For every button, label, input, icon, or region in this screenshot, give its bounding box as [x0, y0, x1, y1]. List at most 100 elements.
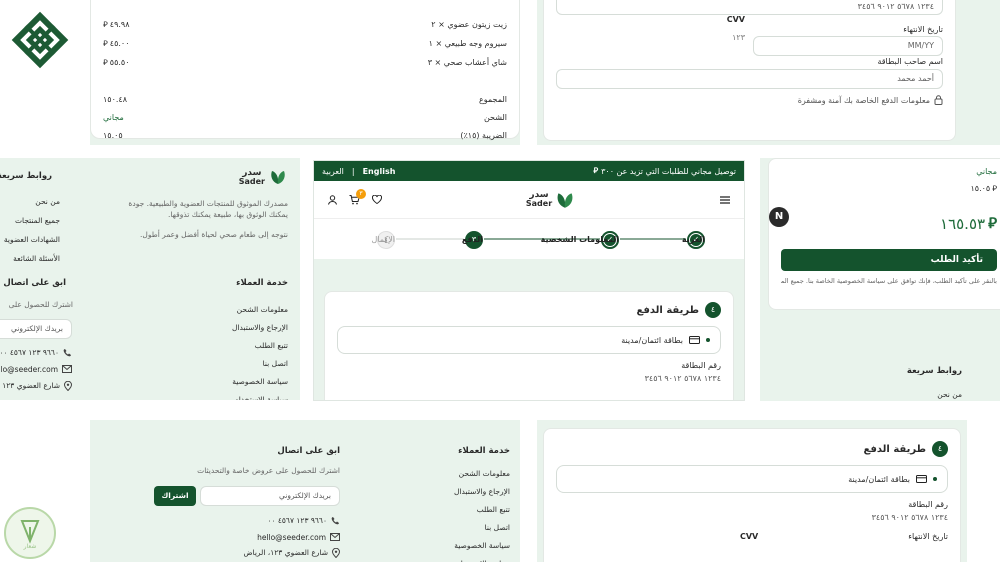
phone-icon	[63, 348, 72, 357]
contact-title: ابق على اتصال	[3, 278, 66, 288]
checkout-stepper: ✓ العربة ✓ المعلومات الشخصية ٣ الدفع ٤ الإكمال	[314, 219, 744, 259]
riyal-icon: ⃁	[593, 166, 599, 175]
cart-count-badge: ٣	[356, 188, 367, 199]
header-logo[interactable]: سدر Sader	[526, 190, 576, 210]
card-number-value[interactable]: ١٢٣٤ ٥٦٧٨ ٩٠١٢ ٣٤٥٦	[556, 513, 948, 522]
summary-total-label: المجموع	[479, 94, 507, 104]
riyal-icon: ⃁	[103, 57, 108, 67]
quick-links-title: روابط سريعة	[0, 171, 52, 181]
expiry-label: تاريخ الانتهاء	[903, 25, 943, 34]
holder-label: اسم صاحب البطاقة	[877, 57, 943, 66]
cvv-input[interactable]: ١٢٣	[705, 33, 745, 42]
email-input[interactable]: بريدك الإلكتروني	[0, 319, 72, 339]
menu-icon[interactable]	[720, 195, 730, 204]
location-icon	[332, 548, 340, 558]
service-link[interactable]: سياسة الخصوصية	[454, 537, 510, 555]
lang-ar-link[interactable]: العربية	[322, 167, 344, 176]
lang-en-link[interactable]: English	[363, 167, 396, 176]
summary-item-price: ٤٩.٩٨ ⃁	[103, 20, 130, 30]
right-link-about[interactable]: من نحن	[937, 390, 962, 399]
bottom-email-input[interactable]: بريدك الإلكتروني	[200, 486, 340, 506]
service-link[interactable]: سياسة الاستخدام	[454, 555, 510, 562]
service-link[interactable]: معلومات الشحن	[232, 301, 288, 319]
bottom-contact-subtitle: اشترك للحصول على عروض خاصة والتحديثات	[197, 466, 340, 475]
n-badge[interactable]: N	[769, 207, 789, 227]
riyal-icon: ⃁	[103, 19, 108, 29]
confirm-order-button[interactable]: تأكيد الطلب	[781, 249, 997, 271]
order-summary-panel: زيت زيتون عضوي × ٢ ٤٩.٩٨ ⃁ سيروم وجه طبيعي …	[90, 0, 520, 145]
quick-link[interactable]: الشهادات العضوية	[4, 230, 60, 249]
card-form-panel-top: ١٢٣٤ ٥٦٧٨ ٩٠١٢ ٣٤٥٦ تاريخ الانتهاء MM/YY…	[537, 0, 1000, 145]
service-link[interactable]: تتبع الطلب	[232, 337, 288, 355]
subscribe-button[interactable]: اشتراك	[154, 486, 196, 506]
summary-item-name: زيت زيتون عضوي × ٢	[431, 20, 507, 29]
customer-service-title: خدمة العملاء	[236, 278, 288, 288]
total-value: ⃁ ١٦٥.٥٣	[940, 214, 997, 233]
footer-panel-bottom: خدمة العملاء معلومات الشحن الإرجاع والاست…	[90, 420, 520, 562]
summary-item-row: سيروم وجه طبيعي × ١ ٤٥.٠٠ ⃁	[103, 34, 507, 53]
riyal-icon: ⃁	[103, 38, 108, 48]
payment-option-label: بطاقة ائتمان/مدينة	[621, 335, 683, 345]
stepper-step: ٤ الإكمال	[372, 231, 497, 249]
payment-option-label: بطاقة ائتمان/مدينة	[848, 474, 910, 484]
right-quick-links-title: روابط سريعة	[906, 366, 962, 376]
summary-total-label: الشحن	[483, 112, 507, 122]
payment-step-badge: ٤	[932, 441, 948, 457]
quick-link[interactable]: جميع المنتجات	[4, 211, 60, 230]
bottom-contact-address: شارع العضوي ١٢٣، الرياض	[243, 548, 340, 558]
card-number-value[interactable]: ١٢٣٤ ٥٦٧٨ ٩٠١٢ ٣٤٥٦	[337, 374, 721, 383]
summary-total-value: ١٥٠.٤٨	[103, 94, 128, 104]
summary-item-name: شاي أعشاب صحي × ٣	[427, 58, 507, 67]
riyal-icon: ⃁	[992, 184, 997, 193]
radio-selected-icon	[933, 477, 937, 481]
footer-logo: سدر Sader	[239, 168, 288, 186]
card-number-field[interactable]: ١٢٣٤ ٥٦٧٨ ٩٠١٢ ٣٤٥٦	[556, 0, 943, 15]
holder-input[interactable]: أحمد محمد	[556, 69, 943, 89]
phone-icon	[331, 516, 340, 525]
service-link[interactable]: اتصل بنا	[454, 519, 510, 537]
price-value: ٤٩.٩٨	[109, 19, 130, 29]
leaf-logo-icon	[268, 168, 288, 186]
bottom-contact-title: ابق على اتصال	[277, 446, 340, 456]
card-number-label: رقم البطاقة	[681, 361, 721, 370]
summary-item-price: ٤٥.٠٠ ⃁	[103, 39, 130, 49]
promo-text: توصيل مجاني للطلبات التي تزيد عن ٣٠٠	[601, 166, 736, 176]
service-link[interactable]: الإرجاع والاستبدال	[232, 319, 288, 337]
summary-total-row: المجموع ١٥٠.٤٨	[103, 90, 507, 108]
secure-note: معلومات الدفع الخاصة بك آمنة ومشفرة	[798, 95, 943, 105]
user-icon[interactable]	[328, 194, 338, 205]
cart-icon[interactable]: ٣	[349, 188, 367, 205]
stepper-label: الإكمال	[371, 235, 395, 244]
mail-icon	[62, 365, 72, 374]
service-link[interactable]: سياسة الخصوصية	[232, 373, 288, 391]
contact-subtitle: اشترك للحصول على	[8, 300, 73, 309]
bottom-service-title: خدمة العملاء	[458, 446, 510, 456]
summary-total-label: الضريبة (١٥٪)	[460, 130, 507, 140]
summary-total-row: الشحن مجاني	[103, 108, 507, 126]
brand-name-en: Sader	[525, 199, 553, 208]
quick-link[interactable]: من نحن	[4, 192, 60, 211]
promo-bar: توصيل مجاني للطلبات التي تزيد عن ٣٠٠ ⃁ E…	[314, 161, 744, 181]
payment-option-card[interactable]: بطاقة ائتمان/مدينة	[556, 465, 948, 493]
expiry-input[interactable]: MM/YY	[753, 36, 943, 56]
heart-icon[interactable]	[372, 195, 383, 204]
quick-link[interactable]: الأسئلة الشائعة	[4, 249, 60, 268]
service-link[interactable]: الإرجاع والاستبدال	[454, 483, 510, 501]
brand-name-en: Sader	[238, 176, 265, 186]
price-value: ٥٥.٥٠	[109, 57, 130, 67]
stepper-step: ✓ المعلومات الشخصية	[541, 231, 721, 249]
brand-logo	[8, 8, 72, 72]
confirm-note: بالنقر على تأكيد الطلب، فإنك توافق على س…	[781, 277, 997, 285]
summary-total-value: ١٥.٠٥	[103, 130, 123, 140]
service-link[interactable]: معلومات الشحن	[454, 465, 510, 483]
footer-slogan: نتوجه إلى طعام صحي لحياة أفضل وعمر أطول.	[140, 230, 288, 239]
service-link[interactable]: تتبع الطلب	[454, 501, 510, 519]
watermark-logo: شعار	[2, 505, 58, 561]
watermark-text: شعار	[23, 543, 37, 550]
service-link[interactable]: اتصل بنا	[232, 355, 288, 373]
service-link[interactable]: سياسة الاستخدام	[232, 391, 288, 400]
contact-address: شارع العضوي ١٢٣	[2, 381, 72, 391]
payment-option-card[interactable]: بطاقة ائتمان/مدينة	[337, 326, 721, 354]
checkout-main-panel: توصيل مجاني للطلبات التي تزيد عن ٣٠٠ ⃁ E…	[313, 160, 745, 401]
shipping-value: مجاني	[976, 167, 997, 176]
